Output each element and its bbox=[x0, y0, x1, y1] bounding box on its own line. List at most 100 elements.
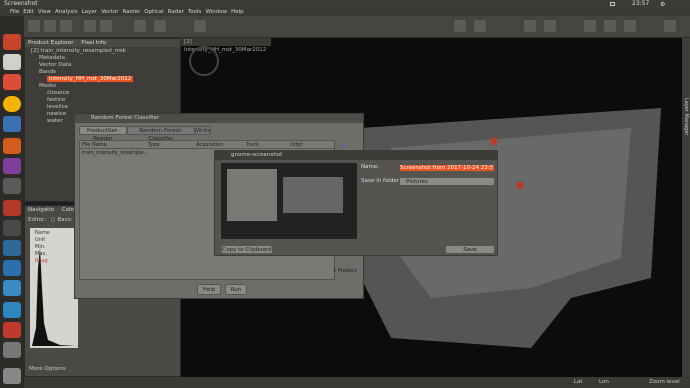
band-maths-icon[interactable] bbox=[134, 20, 146, 32]
tree-metadata[interactable]: Metadata bbox=[31, 55, 180, 62]
pin-icon[interactable] bbox=[474, 20, 486, 32]
more-options[interactable]: More Options bbox=[29, 366, 66, 372]
polygon-icon[interactable] bbox=[624, 20, 636, 32]
tab-navigation[interactable]: Navigatio bbox=[28, 207, 54, 213]
gnome-screenshot-dialog: gnome-screenshot Name: Screenshot from 2… bbox=[214, 150, 498, 256]
menu-radar[interactable]: Radar bbox=[168, 8, 184, 16]
battery-icon bbox=[610, 2, 615, 6]
product-count: 1 Product bbox=[333, 268, 357, 274]
info-min: Min. bbox=[35, 244, 46, 250]
histogram-icon[interactable] bbox=[154, 20, 166, 32]
dialog-tabs: ProductSet-Reader Random-Forest-Classifi… bbox=[79, 126, 363, 142]
calc-icon[interactable] bbox=[3, 158, 21, 174]
tab-colour[interactable]: Colo bbox=[62, 207, 74, 213]
impress-icon[interactable] bbox=[3, 138, 21, 154]
table-header: File Name Type Acquisition Track Orbit bbox=[80, 141, 334, 149]
range-finder-icon[interactable] bbox=[664, 20, 676, 32]
chrome-icon[interactable] bbox=[3, 96, 21, 112]
preview-dialog bbox=[227, 169, 277, 221]
undo-icon[interactable] bbox=[84, 20, 96, 32]
app-icon[interactable] bbox=[3, 220, 21, 236]
files-icon[interactable] bbox=[3, 54, 21, 70]
tab-pixel-info[interactable]: Pixel Info bbox=[81, 40, 106, 46]
terminal-icon[interactable] bbox=[3, 178, 21, 194]
pin-marker[interactable] bbox=[491, 138, 497, 145]
window-title: Screenshot bbox=[4, 0, 38, 7]
save-button[interactable]: Save bbox=[445, 245, 495, 254]
info-rough: Roug bbox=[35, 258, 48, 264]
tab-product-explorer[interactable]: Product Explorer bbox=[28, 40, 74, 46]
screenshot-preview bbox=[221, 163, 357, 239]
camera-icon[interactable] bbox=[3, 342, 21, 358]
menu-vector[interactable]: Vector bbox=[101, 8, 119, 16]
panel-header: Product Explorer Pixel Info bbox=[25, 39, 180, 47]
folder-value: Pictures bbox=[406, 179, 428, 185]
tree-vector-data[interactable]: Vector Data bbox=[31, 62, 180, 69]
tree-selected-band[interactable]: Intensity_HH_mst_30Mar2012 bbox=[47, 76, 134, 82]
folder-select[interactable]: Pictures bbox=[399, 177, 495, 186]
tree-mask-item[interactable]: closeice bbox=[31, 90, 180, 97]
column-acquisition: Acquisition bbox=[196, 142, 224, 148]
new-icon[interactable] bbox=[28, 20, 40, 32]
basic-label: Basic bbox=[57, 217, 72, 223]
menu-optical[interactable]: Optical bbox=[144, 8, 163, 16]
editor-label: Editor: bbox=[28, 217, 47, 223]
tree-mask-item[interactable]: fastice bbox=[31, 97, 180, 104]
preview-image bbox=[283, 177, 343, 213]
lat-label: Lat bbox=[574, 379, 583, 385]
tree-mask-item[interactable]: levelice bbox=[31, 104, 180, 111]
monitor-icon[interactable] bbox=[3, 280, 21, 296]
bird-icon[interactable] bbox=[3, 260, 21, 276]
chart-icon[interactable] bbox=[3, 302, 21, 318]
menu-view[interactable]: View bbox=[38, 8, 51, 16]
tab-productset-reader[interactable]: ProductSet-Reader bbox=[79, 126, 127, 142]
open-icon[interactable] bbox=[44, 20, 56, 32]
menu-analysis[interactable]: Analysis bbox=[55, 8, 78, 16]
tree-bands[interactable]: Bands bbox=[31, 69, 180, 76]
basic-radio[interactable]: ○ bbox=[51, 217, 56, 223]
pin-marker[interactable] bbox=[517, 182, 523, 189]
menu-raster[interactable]: Raster bbox=[122, 8, 140, 16]
run-button[interactable]: Run bbox=[225, 284, 247, 295]
trash-icon[interactable] bbox=[3, 368, 21, 384]
column-file-name: File Name bbox=[82, 142, 107, 148]
help-button[interactable]: Help bbox=[197, 284, 221, 295]
copy-to-clipboard-button[interactable]: Copy to Clipboard bbox=[221, 245, 273, 254]
menu-tools[interactable]: Tools bbox=[188, 8, 202, 16]
pan-icon[interactable] bbox=[544, 20, 556, 32]
save-icon[interactable] bbox=[60, 20, 72, 32]
filename-field[interactable]: Screenshot from 2017-10-24 23:57:42 bbox=[399, 164, 495, 172]
software-icon[interactable] bbox=[3, 74, 21, 90]
tab-image-view[interactable]: [2] Intensity_HH_mst_30Mar2012 bbox=[181, 38, 271, 53]
python-icon[interactable] bbox=[3, 240, 21, 256]
tab-random-forest[interactable]: Random-Forest-Classifier bbox=[127, 126, 195, 142]
firefox-icon[interactable] bbox=[3, 34, 21, 50]
menu-file[interactable]: File bbox=[10, 8, 19, 16]
redo-icon[interactable] bbox=[100, 20, 112, 32]
dialog-title: Random Forest Classifier bbox=[75, 114, 363, 123]
zoom-icon[interactable] bbox=[524, 20, 536, 32]
layer-manager-tab[interactable]: Layer Manager bbox=[683, 98, 689, 135]
tab-write[interactable]: Write bbox=[195, 126, 211, 135]
status-bar: Lat Lon Zoom level bbox=[24, 377, 690, 388]
folder-label: Save in folder: bbox=[361, 178, 401, 184]
draw-icon[interactable] bbox=[604, 20, 616, 32]
column-type: Type bbox=[148, 142, 160, 148]
graph-icon[interactable] bbox=[194, 20, 206, 32]
snap-icon[interactable] bbox=[3, 200, 21, 216]
menu-window[interactable]: Window bbox=[205, 8, 227, 16]
writer-icon[interactable] bbox=[3, 116, 21, 132]
menu-help[interactable]: Help bbox=[231, 8, 244, 16]
select-icon[interactable] bbox=[584, 20, 596, 32]
menu-edit[interactable]: Edit bbox=[23, 8, 34, 16]
add-icon[interactable]: + bbox=[341, 142, 347, 150]
tree-masks[interactable]: Masks bbox=[31, 83, 180, 90]
info-name: Name bbox=[35, 230, 50, 236]
navigation-control[interactable] bbox=[189, 46, 219, 76]
info-unit: Unit bbox=[35, 237, 46, 243]
gcp-icon[interactable] bbox=[454, 20, 466, 32]
menu-layer[interactable]: Layer bbox=[82, 8, 97, 16]
dialog-title: gnome-screenshot bbox=[215, 151, 497, 160]
ubuntu-icon[interactable] bbox=[3, 322, 21, 338]
tree-product[interactable]: [2] train_intensity_resampled_msk bbox=[31, 48, 180, 55]
